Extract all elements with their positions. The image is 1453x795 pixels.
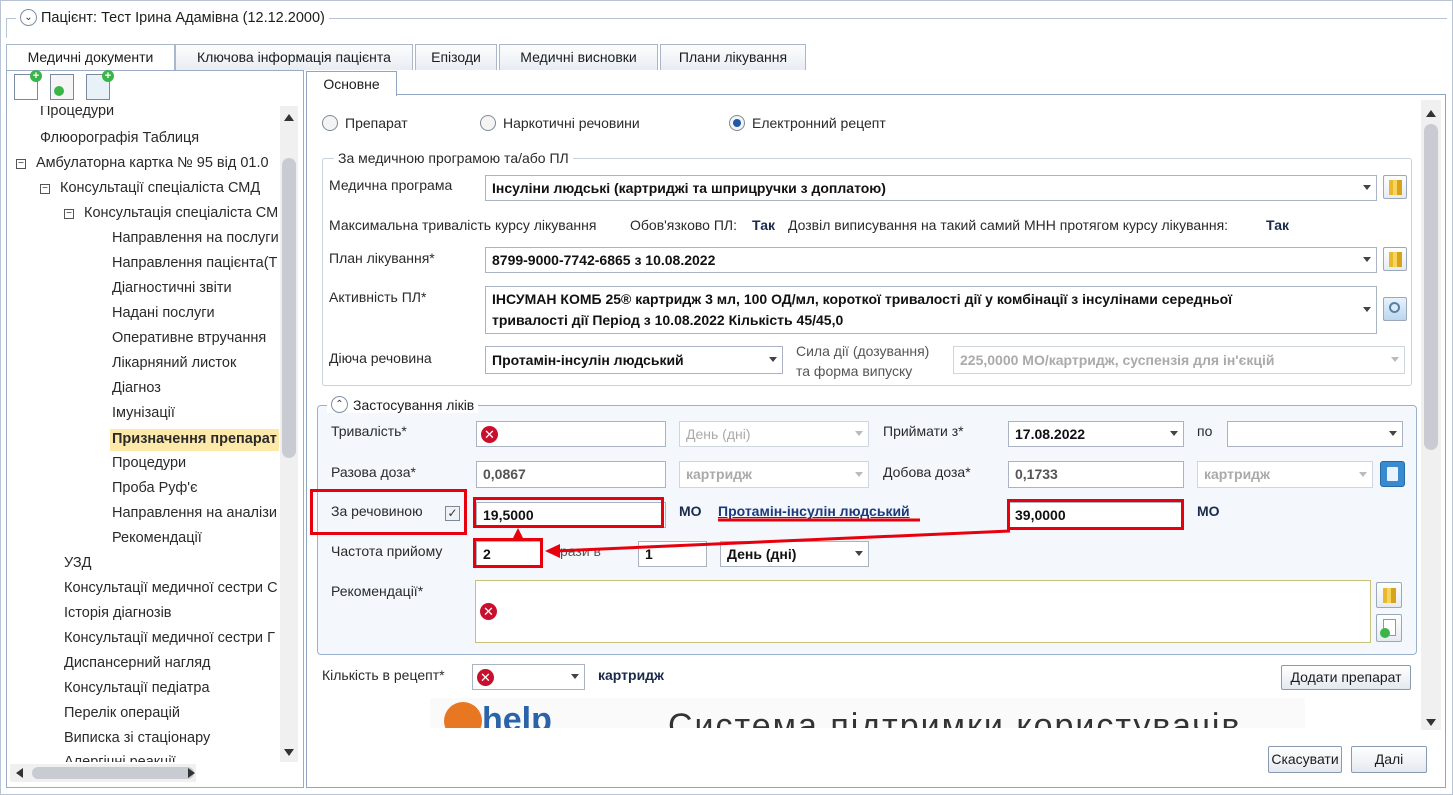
arrow-up-head [512, 528, 524, 540]
annotation-arrows [512, 518, 1011, 558]
arrow-line [555, 529, 1011, 553]
arrow-head [545, 544, 560, 558]
